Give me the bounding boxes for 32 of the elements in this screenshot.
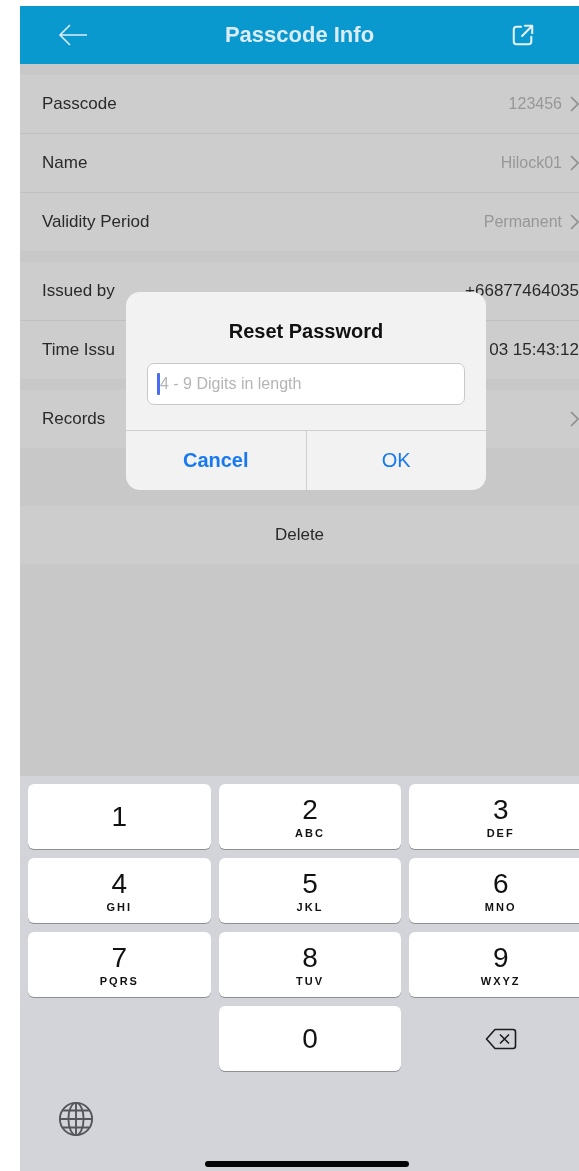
keyboard-key[interactable]: 1	[28, 784, 211, 849]
chevron-icon	[570, 411, 579, 427]
dialog-title: Reset Password	[228, 320, 384, 343]
share-icon[interactable]	[511, 23, 535, 47]
password-input-field[interactable]: 4 - 9 Digits in length	[147, 363, 465, 405]
keyboard-key[interactable]: 2 ABC	[218, 784, 402, 849]
row-label: Time Issu	[42, 340, 116, 360]
backspace-icon[interactable]	[484, 1027, 517, 1050]
row-label: Validity Period	[42, 212, 150, 232]
row-label: Name	[42, 153, 88, 173]
keyboard-key[interactable]: 7 PQRS	[28, 932, 211, 997]
row-label: Issued by	[42, 281, 115, 301]
keyboard-key[interactable]: 3 DEF	[409, 784, 579, 849]
text-cursor	[157, 373, 160, 395]
chevron-icon	[570, 155, 579, 171]
row-label: Records	[42, 409, 106, 429]
keyboard-key[interactable]: 5 JKL	[218, 858, 402, 923]
screen-title: Passcode Info	[224, 22, 375, 48]
chevron-icon	[570, 96, 579, 112]
globe-icon[interactable]	[58, 1101, 94, 1137]
row-value: +66877464035	[465, 281, 579, 301]
chevron-icon	[570, 214, 579, 230]
keyboard-key[interactable]: 6 MNO	[409, 858, 579, 923]
row-value: 03 15:43:12	[489, 340, 579, 360]
keyboard-key[interactable]: 4 GHI	[28, 858, 211, 923]
keyboard-key[interactable]: 8 TUV	[218, 932, 402, 997]
back-arrow-icon[interactable]	[58, 24, 88, 46]
delete-button[interactable]: Delete	[20, 506, 579, 564]
keyboard-key[interactable]: 9 WXYZ	[409, 932, 579, 997]
row-label: Passcode	[42, 94, 117, 114]
keyboard-key[interactable]: 0	[218, 1006, 402, 1071]
cancel-button[interactable]: Cancel	[126, 431, 307, 490]
